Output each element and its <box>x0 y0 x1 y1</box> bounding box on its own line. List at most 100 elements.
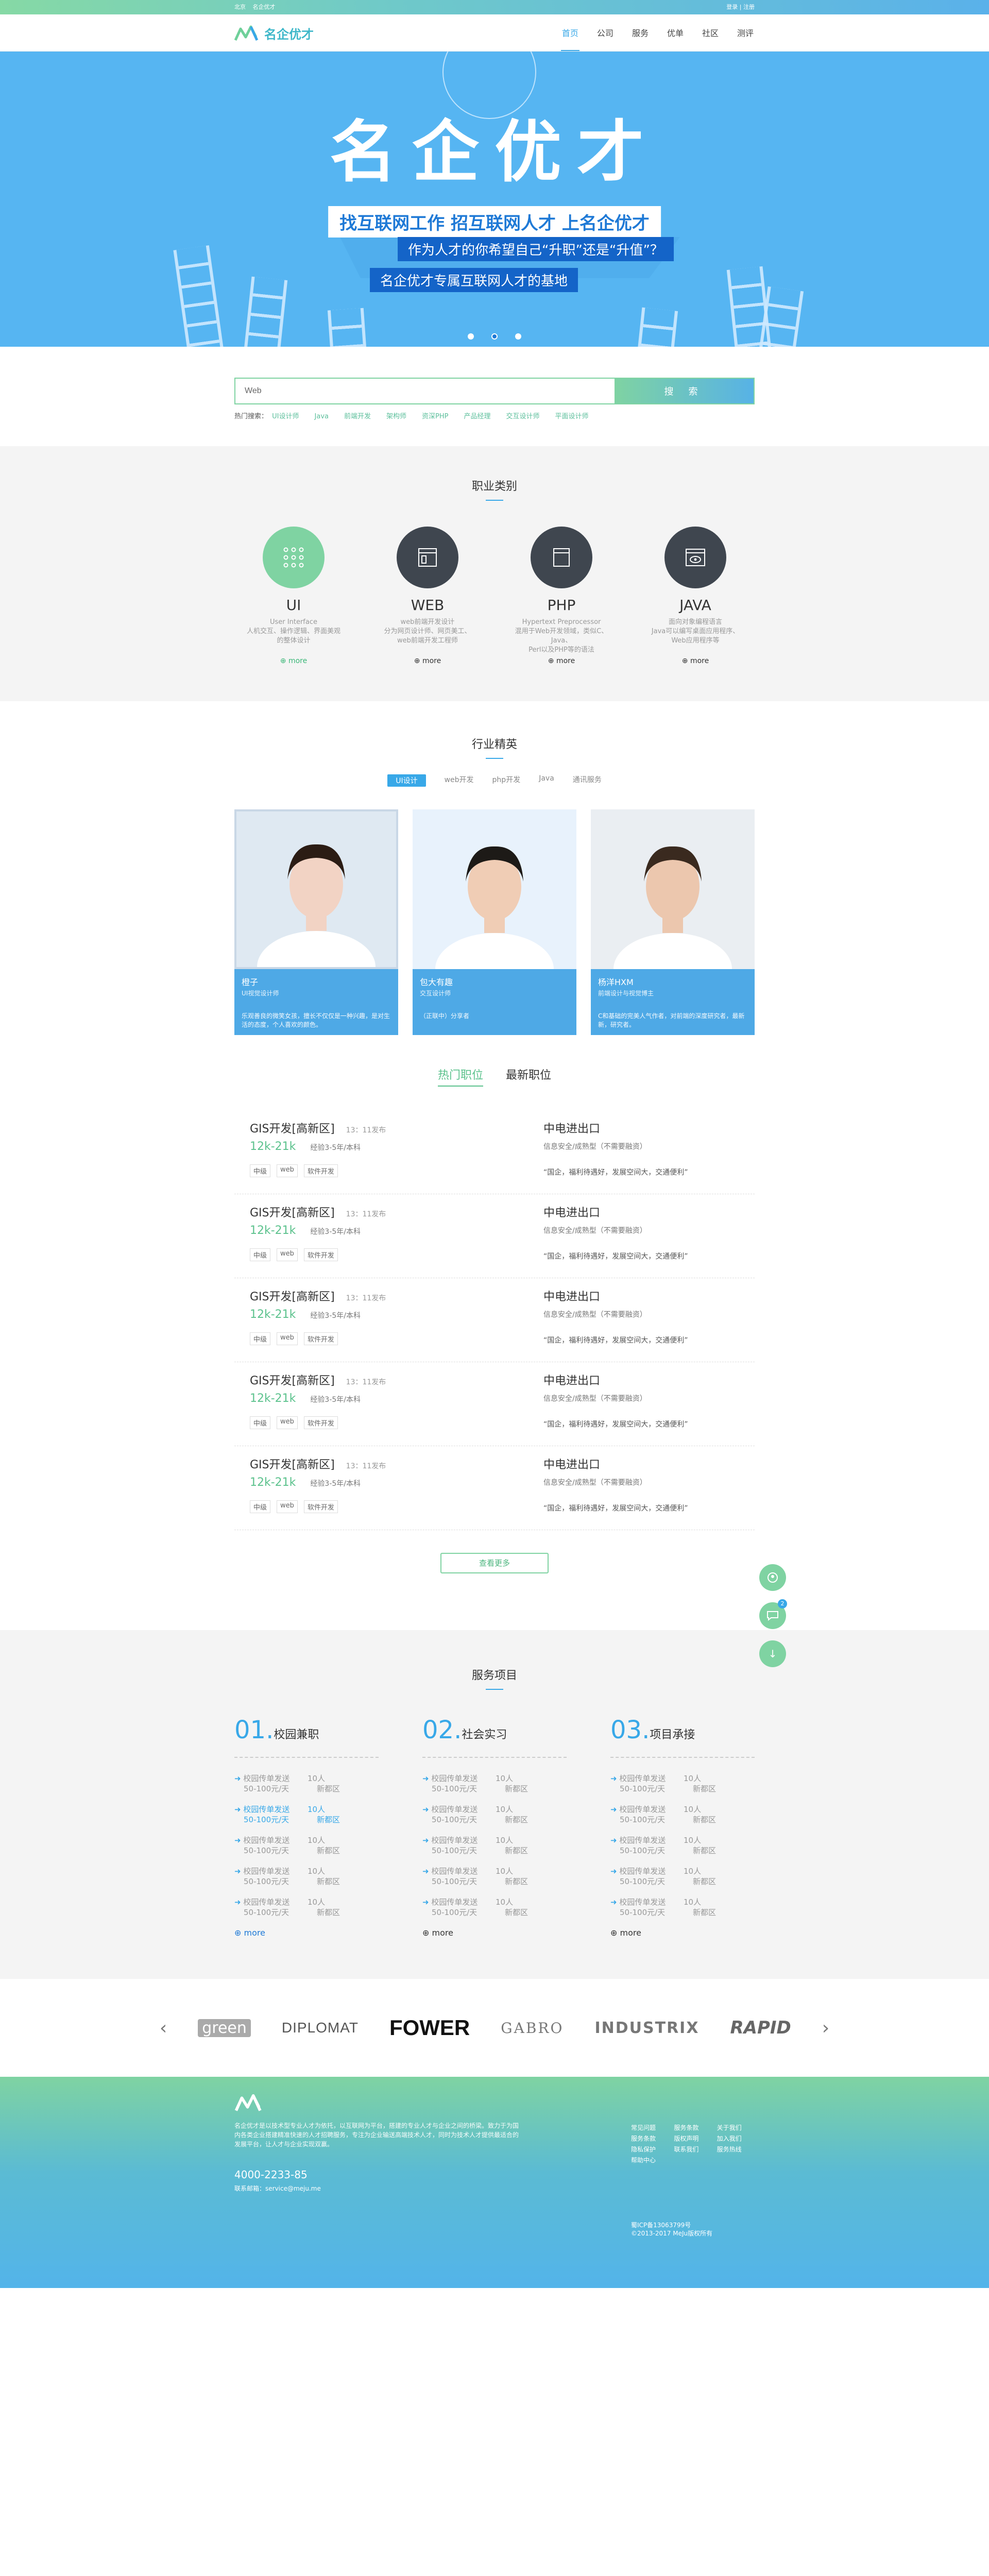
footer-link[interactable]: 服务条款 <box>631 2134 669 2143</box>
service-more-link[interactable]: ⊕ more <box>610 1928 755 1938</box>
job-row[interactable]: GIS开发[高新区] 13：11发布 12k-21k 经验3-5年/本科 中级 web 软件… <box>234 1110 755 1194</box>
company-slogan: “国企，福利待遇好，发展空间大，交通便利” <box>543 1336 688 1345</box>
next-arrow-icon[interactable]: › <box>822 2018 829 2039</box>
category-more-link[interactable]: ⊕ more <box>373 657 482 665</box>
partner-logo[interactable]: RAPID <box>730 2018 791 2038</box>
category-card[interactable]: PHP Hypertext Preprocessor 混用于Web开发领域，类似C、… <box>507 527 616 665</box>
service-item[interactable]: ➜ 校园传单发送 50-100元/天 10人 新都区 <box>234 1804 379 1825</box>
partner-logo[interactable]: GABRO <box>501 2020 564 2037</box>
company-name[interactable]: 中电进出口 <box>543 1120 739 1136</box>
service-item[interactable]: ➜ 校园传单发送 50-100元/天 10人 新都区 <box>610 1773 755 1794</box>
service-more-link[interactable]: ⊕ more <box>234 1928 379 1938</box>
job-title[interactable]: GIS开发[高新区] 13：11发布 <box>250 1287 538 1304</box>
service-item[interactable]: ➜ 校园传单发送 50-100元/天 10人 新都区 <box>610 1866 755 1887</box>
location-label[interactable]: 北京 <box>234 4 246 10</box>
nav-item-0[interactable]: 首页 <box>560 15 579 51</box>
hot-search-label: 热门搜索： <box>234 413 268 420</box>
elite-tab[interactable]: Java <box>539 774 554 787</box>
company-name[interactable]: 中电进出口 <box>543 1204 739 1220</box>
slider-dot[interactable] <box>515 333 521 340</box>
job-list: GIS开发[高新区] 13：11发布 12k-21k 经验3-5年/本科 中级 web 软件… <box>234 1110 755 1530</box>
partner-logo[interactable]: INDUSTRIX <box>594 2019 699 2037</box>
category-more-link[interactable]: ⊕ more <box>240 657 348 665</box>
job-title[interactable]: GIS开发[高新区] 13：11发布 <box>250 1204 538 1220</box>
footer-email[interactable]: 联系邮箱：service@meju.me <box>234 2184 523 2193</box>
elite-card[interactable]: 橙子 UI视觉设计师 乐观善良的微笑女孩，擅长不仅仅是一种兴趣，是对生活的态度，个人… <box>234 809 398 1035</box>
elite-tab[interactable]: php开发 <box>492 774 521 787</box>
hot-keyword[interactable]: 前端开发 <box>344 413 371 420</box>
hot-keyword[interactable]: 交互设计师 <box>506 413 540 420</box>
slider-dot[interactable] <box>468 333 474 340</box>
service-item[interactable]: ➜ 校园传单发送 50-100元/天 10人 新都区 <box>234 1897 379 1918</box>
search-input[interactable] <box>235 379 615 403</box>
nav-item-4[interactable]: 社区 <box>701 15 720 51</box>
footer-link[interactable]: 帮助中心 <box>631 2156 669 2164</box>
job-title[interactable]: GIS开发[高新区] 13：11发布 <box>250 1455 538 1472</box>
job-tab[interactable]: 最新职位 <box>506 1066 551 1087</box>
view-more-button[interactable]: 查看更多 <box>440 1553 549 1573</box>
hot-keyword[interactable]: 资深PHP <box>422 413 448 420</box>
job-row[interactable]: GIS开发[高新区] 13：11发布 12k-21k 经验3-5年/本科 中级 web 软件… <box>234 1278 755 1362</box>
partner-logo[interactable]: DIPLOMAT <box>282 2020 359 2036</box>
elite-tab[interactable]: 通讯服务 <box>573 774 602 787</box>
job-tab[interactable]: 热门职位 <box>437 1066 483 1087</box>
register-link[interactable]: 注册 <box>743 4 755 10</box>
job-title[interactable]: GIS开发[高新区] 13：11发布 <box>250 1371 538 1388</box>
footer-link[interactable]: 服务条款 <box>674 2123 711 2132</box>
category-more-link[interactable]: ⊕ more <box>641 657 749 665</box>
hot-keyword[interactable]: 产品经理 <box>464 413 490 420</box>
service-more-link[interactable]: ⊕ more <box>422 1928 567 1938</box>
nav-item-2[interactable]: 服务 <box>631 15 650 51</box>
hot-keyword[interactable]: 平面设计师 <box>555 413 589 420</box>
elite-tab[interactable]: UI设计 <box>387 774 426 787</box>
service-item[interactable]: ➜ 校园传单发送 50-100元/天 10人 新都区 <box>610 1835 755 1856</box>
company-name[interactable]: 中电进出口 <box>543 1371 739 1388</box>
nav-item-5[interactable]: 测评 <box>736 15 755 51</box>
job-row[interactable]: GIS开发[高新区] 13：11发布 12k-21k 经验3-5年/本科 中级 web 软件… <box>234 1194 755 1278</box>
partner-logo[interactable]: FOWER <box>389 2015 470 2040</box>
download-button[interactable]: ↓ <box>759 1640 786 1667</box>
company-name[interactable]: 中电进出口 <box>543 1287 739 1304</box>
company-name[interactable]: 中电进出口 <box>543 1455 739 1472</box>
footer-link[interactable]: 服务热线 <box>717 2145 755 2154</box>
footer-link[interactable]: 关于我们 <box>717 2123 755 2132</box>
service-item[interactable]: ➜ 校园传单发送 50-100元/天 10人 新都区 <box>422 1835 567 1856</box>
category-card[interactable]: JAVA 面向对象编程语言 Java可以编写桌面应用程序、 Web应用程序等 ⊕ mor… <box>641 527 749 665</box>
nav-item-1[interactable]: 公司 <box>596 15 615 51</box>
slider-dot[interactable] <box>491 333 498 340</box>
service-item[interactable]: ➜ 校园传单发送 50-100元/天 10人 新都区 <box>610 1897 755 1918</box>
service-item[interactable]: ➜ 校园传单发送 50-100元/天 10人 新都区 <box>610 1804 755 1825</box>
nav-item-3[interactable]: 优单 <box>666 15 685 51</box>
job-title[interactable]: GIS开发[高新区] 13：11发布 <box>250 1120 538 1136</box>
footer-link[interactable]: 隐私保护 <box>631 2145 669 2154</box>
service-item[interactable]: ➜ 校园传单发送 50-100元/天 10人 新都区 <box>234 1835 379 1856</box>
job-row[interactable]: GIS开发[高新区] 13：11发布 12k-21k 经验3-5年/本科 中级 web 软件… <box>234 1362 755 1446</box>
login-link[interactable]: 登录 <box>726 4 738 10</box>
job-row[interactable]: GIS开发[高新区] 13：11发布 12k-21k 经验3-5年/本科 中级 web 软件… <box>234 1446 755 1530</box>
service-item[interactable]: ➜ 校园传单发送 50-100元/天 10人 新都区 <box>234 1773 379 1794</box>
search-button[interactable]: 搜 索 <box>615 379 754 403</box>
footer-link[interactable]: 加入我们 <box>717 2134 755 2143</box>
category-card[interactable]: WEB web前端开发设计 分为网页设计师、网页美工、 web前端开发工程师 ⊕ mor… <box>373 527 482 665</box>
chat-button[interactable]: 2 <box>759 1599 787 1629</box>
category-card[interactable]: UI User Interface 人机交互、操作逻辑、界面美观 的整体设计 ⊕ mor… <box>240 527 348 665</box>
service-item[interactable]: ➜ 校园传单发送 50-100元/天 10人 新都区 <box>422 1897 567 1918</box>
prev-arrow-icon[interactable]: ‹ <box>160 2018 167 2039</box>
service-item[interactable]: ➜ 校园传单发送 50-100元/天 10人 新都区 <box>422 1866 567 1887</box>
site-logo[interactable]: 名企优才 <box>234 24 314 42</box>
service-item[interactable]: ➜ 校园传单发送 50-100元/天 10人 新都区 <box>422 1804 567 1825</box>
hot-keyword[interactable]: Java <box>315 413 329 420</box>
hot-keyword[interactable]: UI设计师 <box>272 413 299 420</box>
qq-button[interactable] <box>759 1564 786 1591</box>
elite-card[interactable]: 杨洋HXM 前端设计与视觉博主 C和基础的完美人气作者，对前端的深度研究者，最新新，… <box>591 809 755 1035</box>
category-more-link[interactable]: ⊕ more <box>507 657 616 665</box>
footer-link[interactable]: 版权声明 <box>674 2134 711 2143</box>
service-item[interactable]: ➜ 校园传单发送 50-100元/天 10人 新都区 <box>422 1773 567 1794</box>
footer-link[interactable]: 联系我们 <box>674 2145 711 2154</box>
footer-link[interactable]: 常见问题 <box>631 2123 669 2132</box>
hot-keyword[interactable]: 架构师 <box>386 413 406 420</box>
elite-card[interactable]: 包大有趣 交互设计师 （正联中）分享者 <box>413 809 576 1035</box>
partner-logo[interactable]: green <box>198 2019 251 2037</box>
elite-tab[interactable]: web开发 <box>445 774 474 787</box>
service-item[interactable]: ➜ 校园传单发送 50-100元/天 10人 新都区 <box>234 1866 379 1887</box>
